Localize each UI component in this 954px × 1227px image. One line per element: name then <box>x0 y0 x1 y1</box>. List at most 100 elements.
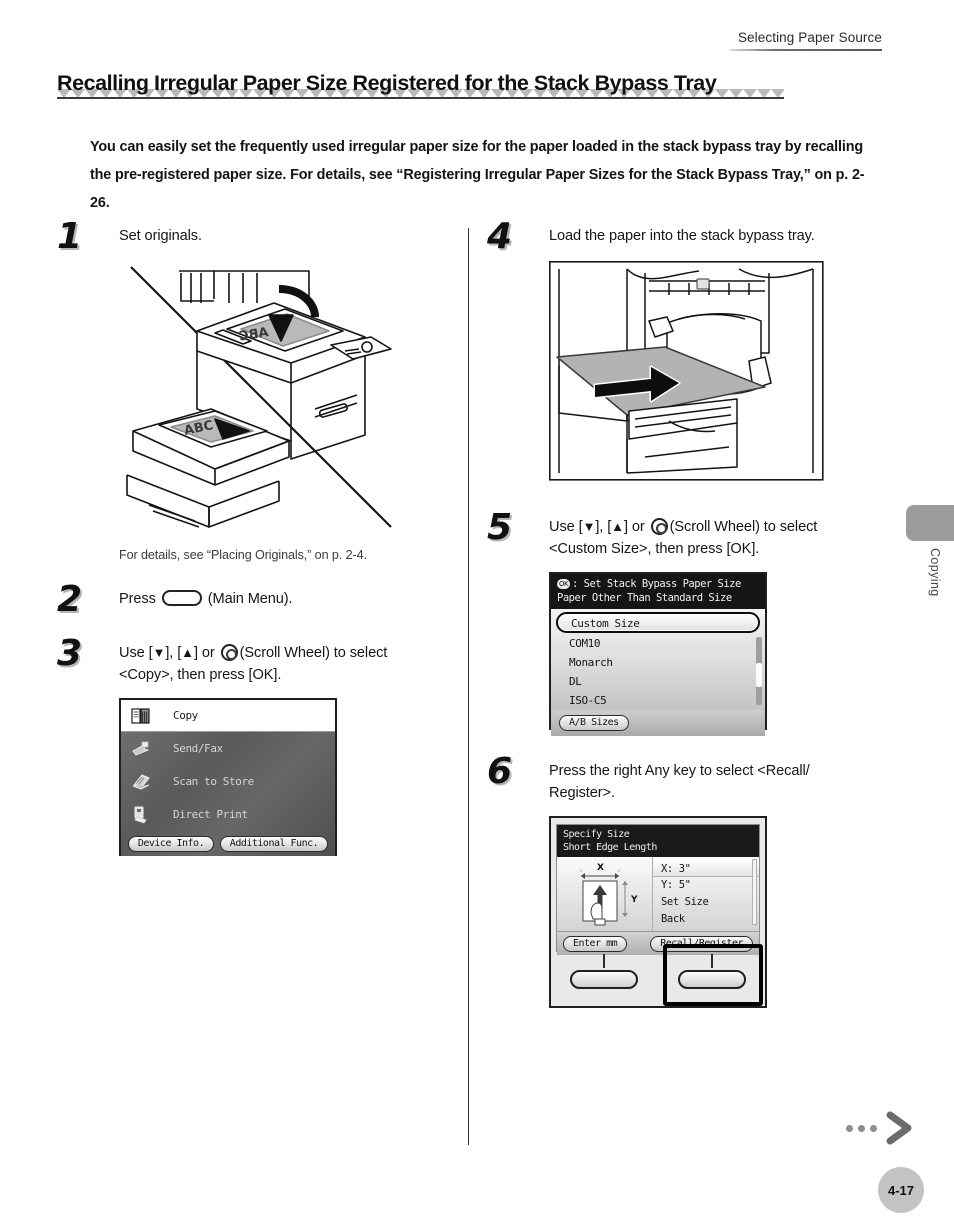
direct-print-icon <box>134 806 147 824</box>
step-4-number: 4 <box>487 216 513 257</box>
diagram-x-label: X <box>597 863 604 873</box>
specify-size-diagram: X Y <box>557 857 653 931</box>
ab-sizes-button[interactable]: A/B Sizes <box>559 715 629 731</box>
step-5-line1-mid: ], [ <box>595 519 612 535</box>
set-originals-illustration-icon: ABC ABC <box>126 266 392 528</box>
step-6: 6 Press the right Any key to select <Rec… <box>487 754 897 1008</box>
step-3-number: 3 <box>57 633 83 674</box>
left-column: 1 Set originals. ABC ABC For details, se… <box>57 219 457 856</box>
step-3-line1-before: Use [ <box>119 645 153 661</box>
step-3: 3 Use [▼], [▲] or (Scroll Wheel) to sele… <box>57 636 457 856</box>
specify-size-item-y[interactable]: Y: 5" <box>661 877 759 894</box>
paper-size-item-iso-c5[interactable]: ISO-C5 <box>551 691 765 710</box>
specify-size-item-back[interactable]: Back <box>661 911 759 928</box>
footer-dot-1 <box>846 1124 853 1132</box>
right-column: 4 Load the paper into the stack bypass t… <box>487 219 897 1008</box>
step-2-text-after: (Main Menu). <box>207 591 293 607</box>
step-2-text: Press (Main Menu). <box>119 588 457 610</box>
step-2-number: 2 <box>57 579 83 620</box>
main-menu-button-row: Device Info. Additional Func. <box>121 836 335 852</box>
device-info-button[interactable]: Device Info. <box>127 836 215 852</box>
footer-next-arrow <box>846 1111 916 1145</box>
paper-size-item-custom-size[interactable]: Custom Size <box>556 612 760 633</box>
step-3-line1-mid: ], [ <box>165 645 182 661</box>
scan-to-store-icon <box>132 773 150 790</box>
step-5-line1-tail: (Scroll Wheel) to select <box>669 519 818 535</box>
step-5: 5 Use [▼], [▲] or (Scroll Wheel) to sele… <box>487 510 897 736</box>
step-4-illustration <box>549 261 897 486</box>
step-5-text: Use [▼], [▲] or (Scroll Wheel) to select… <box>549 516 897 560</box>
page-number-badge: 4-17 <box>878 1167 924 1213</box>
chevron-right-icon <box>886 1111 912 1145</box>
right-any-key-stem <box>711 954 713 968</box>
step-3-line1-after: ] or <box>193 645 215 661</box>
send-fax-icon <box>132 741 150 756</box>
specify-size-item-list: X: 3" Y: 5" Set Size Back <box>653 857 759 931</box>
page-title: Recalling Irregular Paper Size Registere… <box>57 71 717 95</box>
title-underline <box>57 96 784 99</box>
side-tab-label: Copying <box>928 548 942 597</box>
paper-size-scrollbar[interactable] <box>756 637 762 705</box>
paper-size-lcd-header: OK: Set Stack Bypass Paper Size Paper Ot… <box>551 574 765 609</box>
specify-size-item-set-size[interactable]: Set Size <box>661 894 759 911</box>
step-4-text: Load the paper into the stack bypass tra… <box>549 228 815 244</box>
running-header: Selecting Paper Source <box>730 30 882 51</box>
any-key-hardware-row <box>556 952 760 996</box>
main-menu-item-direct-print[interactable]: Direct Print <box>121 798 335 831</box>
paper-size-footer: A/B Sizes <box>551 710 765 736</box>
up-arrow-icon: ▲ <box>181 645 194 660</box>
paper-size-item-com10[interactable]: COM10 <box>551 634 765 653</box>
section-title-block: Recalling Irregular Paper Size Registere… <box>57 72 887 100</box>
right-any-key[interactable] <box>678 970 746 989</box>
step-3-line1-tail: (Scroll Wheel) to select <box>239 645 388 661</box>
step-1-illustration: ABC ABC <box>119 259 457 544</box>
step-6-number: 6 <box>487 751 513 792</box>
step-3-line2: <Copy>, then press [OK]. <box>119 667 282 683</box>
main-menu-item-scan-to-store[interactable]: Scan to Store <box>121 765 335 798</box>
load-paper-stack-bypass-illustration-icon <box>549 261 824 481</box>
footer-dot-2 <box>858 1124 865 1132</box>
step-1-number: 1 <box>57 216 83 257</box>
paper-size-lcd-screenshot: OK: Set Stack Bypass Paper Size Paper Ot… <box>549 572 767 736</box>
step-5-line1-after: ] or <box>623 519 645 535</box>
column-divider <box>468 228 469 1145</box>
specify-size-item-x[interactable]: X: 3" <box>653 860 759 877</box>
step-5-line1-before: Use [ <box>549 519 583 535</box>
step-4: 4 Load the paper into the stack bypass t… <box>487 219 897 486</box>
step-5-number: 5 <box>487 507 513 548</box>
paper-size-item-monarch[interactable]: Monarch <box>551 653 765 672</box>
footer-dot-3 <box>870 1124 877 1132</box>
paper-size-list: Custom Size COM10 Monarch DL ISO-C5 <box>551 609 765 710</box>
step-3-text: Use [▼], [▲] or (Scroll Wheel) to select… <box>119 642 457 686</box>
step-6-line2: Register>. <box>549 785 615 801</box>
main-menu-lcd-screenshot: Copy Send/Fax Scan to Store Direct Print… <box>119 698 337 856</box>
specify-size-scrollbar[interactable] <box>752 859 757 925</box>
step-2: 2 Press (Main Menu). <box>57 582 457 618</box>
main-menu-item-send-fax[interactable]: Send/Fax <box>121 732 335 765</box>
step-6-line1: Press the right Any key to select <Recal… <box>549 763 810 779</box>
paper-size-item-dl[interactable]: DL <box>551 672 765 691</box>
scroll-wheel-icon <box>650 518 668 535</box>
enter-mm-button[interactable]: Enter mm <box>563 935 628 952</box>
diagram-y-label: Y <box>630 895 638 905</box>
step-1-caption: For details, see “Placing Originals,” on… <box>119 548 367 562</box>
down-arrow-icon: ▼ <box>152 645 166 660</box>
scroll-wheel-icon <box>220 644 238 661</box>
main-menu-item-copy[interactable]: Copy <box>121 700 335 732</box>
main-menu-direct-print-label: Direct Print <box>173 808 248 821</box>
intro-paragraph: You can easily set the frequently used i… <box>90 139 865 211</box>
paper-size-head-line1: : Set Stack Bypass Paper Size <box>572 578 741 590</box>
specify-size-screen: Specify Size Short Edge Length X Y X: 3"… <box>556 824 760 955</box>
specify-size-head-line2: Short Edge Length <box>563 842 657 853</box>
left-any-key[interactable] <box>570 970 638 989</box>
step-1-text: Set originals. <box>119 228 202 244</box>
specify-size-body: X Y X: 3" Y: 5" Set Size Back <box>557 857 759 931</box>
main-menu-copy-label: Copy <box>173 709 198 722</box>
copy-icon <box>131 707 150 724</box>
specify-size-header: Specify Size Short Edge Length <box>557 825 759 857</box>
side-thumb-tab <box>906 505 954 541</box>
additional-func-button[interactable]: Additional Func. <box>219 836 329 852</box>
ok-key-icon: OK <box>557 579 570 589</box>
main-menu-key-icon <box>161 590 202 606</box>
recall-register-button[interactable]: Recall/Register <box>650 935 753 952</box>
